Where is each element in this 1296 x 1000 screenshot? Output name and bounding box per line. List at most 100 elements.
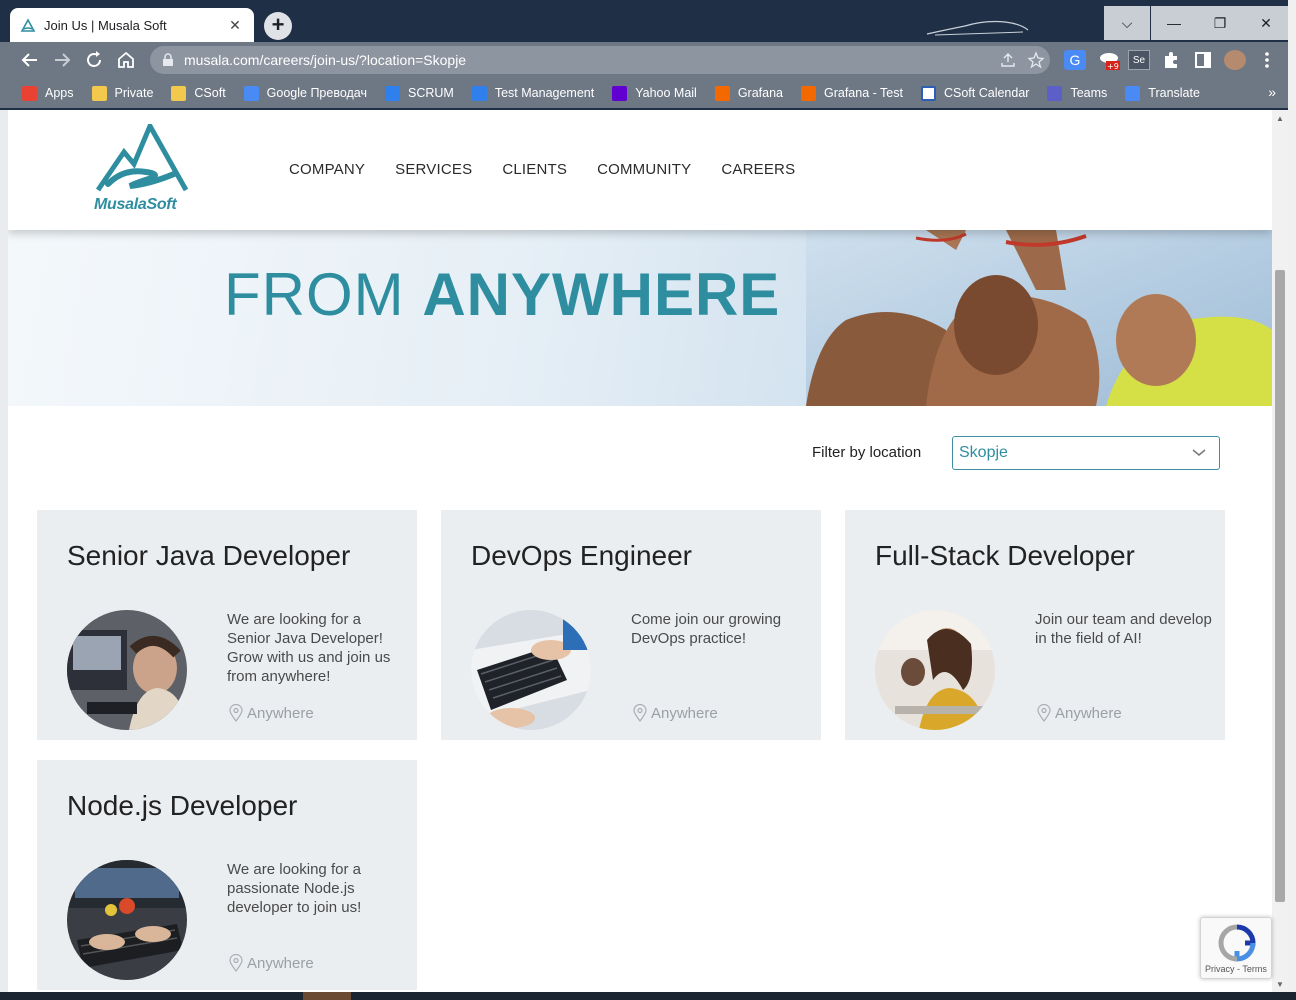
hero-banner: FROM ANYWHERE xyxy=(8,230,1272,406)
taskbar-app-tile[interactable] xyxy=(303,992,351,1000)
tab-close-icon[interactable]: ✕ xyxy=(226,17,244,34)
browser-toolbar: musala.com/careers/join-us/?location=Sko… xyxy=(0,42,1296,78)
scroll-up-icon[interactable]: ▲ xyxy=(1276,114,1284,123)
bookmark-test-management[interactable]: Test Management xyxy=(471,85,595,101)
bookmark-label: Teams xyxy=(1070,86,1108,100)
car-theme-icon xyxy=(926,20,1029,36)
bookmark-label: Yahoo Mail xyxy=(635,86,697,100)
recaptcha-links[interactable]: Privacy - Terms xyxy=(1205,964,1267,974)
azure-devops-icon xyxy=(385,85,401,101)
hero-cut-off-letters xyxy=(226,230,726,260)
bookmark-csoft-calendar[interactable]: CSoft Calendar xyxy=(920,85,1029,101)
recaptcha-icon xyxy=(1218,924,1256,962)
new-tab-button[interactable]: + xyxy=(264,12,292,40)
lock-icon xyxy=(163,53,173,66)
tab-search-button[interactable]: ⌵ xyxy=(1104,6,1150,40)
job-description: Come join our growing DevOps practice! xyxy=(631,611,782,647)
bookmark-google-преводач[interactable]: Google Преводач xyxy=(243,85,367,101)
bookmark-label: CSoft xyxy=(194,86,226,100)
job-card-devops[interactable]: DevOps Engineer Come join our growing De… xyxy=(441,510,821,740)
job-location-text: Anywhere xyxy=(247,704,314,722)
job-location-text: Anywhere xyxy=(247,954,314,972)
nav-clients[interactable]: CLIENTS xyxy=(502,161,567,178)
job-title[interactable]: Senior Java Developer xyxy=(67,540,350,572)
reload-icon[interactable] xyxy=(82,48,106,72)
apps-grid-icon xyxy=(22,85,37,101)
job-title[interactable]: Full-Stack Developer xyxy=(875,540,1135,572)
hero-headline: FROM ANYWHERE xyxy=(224,260,780,329)
bookmark-label: Translate xyxy=(1148,86,1200,100)
outer-window-edge xyxy=(1288,0,1296,1000)
bookmark-teams[interactable]: Teams xyxy=(1047,85,1108,101)
extension-badge: +9 xyxy=(1107,62,1119,70)
bookmark-csoft[interactable]: CSoft xyxy=(171,85,226,101)
hero-headline-regular: FROM xyxy=(224,261,423,328)
bookmarks-overflow-icon[interactable]: » xyxy=(1268,84,1276,100)
scroll-down-icon[interactable]: ▼ xyxy=(1276,980,1284,989)
job-photo-office xyxy=(875,610,995,730)
job-photo-keyboard xyxy=(471,610,591,730)
star-bookmark-icon[interactable] xyxy=(1022,51,1050,69)
mail-icon xyxy=(612,85,628,101)
bookmark-label: Grafana - Test xyxy=(824,86,903,100)
nav-careers[interactable]: CAREERS xyxy=(721,161,795,178)
recaptcha-badge[interactable]: Privacy - Terms xyxy=(1200,917,1272,979)
teams-icon xyxy=(1047,85,1063,101)
bookmark-private[interactable]: Private xyxy=(91,85,153,101)
job-card-full-stack[interactable]: Full-Stack Developer Join our team and d… xyxy=(845,510,1225,740)
bookmark-grafana-test[interactable]: Grafana - Test xyxy=(801,85,903,101)
address-bar[interactable]: musala.com/careers/join-us/?location=Sko… xyxy=(150,46,1050,74)
home-icon[interactable] xyxy=(114,48,138,72)
nav-community[interactable]: COMMUNITY xyxy=(597,161,691,178)
translate-icon xyxy=(1125,85,1141,101)
musala-logo[interactable]: MusalaSoft xyxy=(94,120,190,216)
job-card-senior-java[interactable]: Senior Java Developer We are looking for… xyxy=(37,510,417,740)
arrow-right-icon[interactable] xyxy=(50,48,74,72)
bookmark-translate[interactable]: Translate xyxy=(1125,85,1200,101)
job-title[interactable]: Node.js Developer xyxy=(67,790,297,822)
bookmarks-bar: Apps Private CSoft Google Преводач SCRUM Test… xyxy=(0,78,1296,108)
bookmark-label: SCRUM xyxy=(408,86,454,100)
side-panel-icon[interactable] xyxy=(1192,50,1214,70)
job-title[interactable]: DevOps Engineer xyxy=(471,540,692,572)
close-window-button[interactable]: ✕ xyxy=(1243,6,1289,40)
bookmark-label: Grafana xyxy=(737,86,783,100)
tab-title: Join Us | Musala Soft xyxy=(44,17,167,33)
browser-chrome: Join Us | Musala Soft ✕ + ⌵ — ❐ ✕ musala… xyxy=(0,0,1296,110)
musala-favicon-icon xyxy=(20,18,36,32)
url-text: musala.com/careers/join-us/?location=Sko… xyxy=(184,52,467,68)
job-location: Anywhere xyxy=(633,704,718,722)
arrow-left-icon[interactable] xyxy=(18,48,42,72)
tab-strip: Join Us | Musala Soft ✕ + ⌵ — ❐ ✕ xyxy=(0,6,1296,42)
bookmark-label: Apps xyxy=(45,86,74,100)
profile-avatar[interactable] xyxy=(1224,50,1246,70)
kebab-menu-icon[interactable] xyxy=(1256,50,1278,70)
share-icon[interactable] xyxy=(994,51,1022,69)
folder-icon xyxy=(171,85,187,101)
job-location-text: Anywhere xyxy=(1055,704,1122,722)
bookmark-scrum[interactable]: SCRUM xyxy=(385,85,454,101)
weather-extension-icon[interactable]: +9 xyxy=(1098,50,1120,71)
web-page: MusalaSoft COMPANY SERVICES CLIENTS COMM… xyxy=(8,110,1272,992)
minimize-button[interactable]: — xyxy=(1151,6,1197,40)
nav-services[interactable]: SERVICES xyxy=(395,161,472,178)
job-photo-call-center xyxy=(67,610,187,730)
nav-company[interactable]: COMPANY xyxy=(289,161,365,178)
restore-button[interactable]: ❐ xyxy=(1197,6,1243,40)
bookmark-apps[interactable]: Apps xyxy=(22,85,74,101)
location-select[interactable]: Skopje xyxy=(952,436,1220,470)
puzzle-extensions-icon[interactable] xyxy=(1160,50,1182,70)
scrollbar-thumb[interactable] xyxy=(1275,270,1285,902)
bookmark-label: Test Management xyxy=(494,86,595,100)
bookmark-yahoo-mail[interactable]: Yahoo Mail xyxy=(612,85,697,101)
job-description: We are looking for a passionate Node.js … xyxy=(227,861,362,916)
browser-tab[interactable]: Join Us | Musala Soft ✕ xyxy=(10,8,254,42)
job-card-nodejs[interactable]: Node.js Developer We are looking for a p… xyxy=(37,760,417,990)
site-header: MusalaSoft COMPANY SERVICES CLIENTS COMM… xyxy=(8,110,1272,230)
logo-text: MusalaSoft xyxy=(94,196,177,213)
location-select-value: Skopje xyxy=(959,444,1008,461)
selenium-extension-icon[interactable]: Se xyxy=(1128,50,1150,70)
page-scrollbar[interactable]: ▲ ▼ xyxy=(1272,110,1288,992)
bookmark-grafana[interactable]: Grafana xyxy=(714,85,783,101)
translate-extension-icon[interactable]: G xyxy=(1064,50,1086,70)
